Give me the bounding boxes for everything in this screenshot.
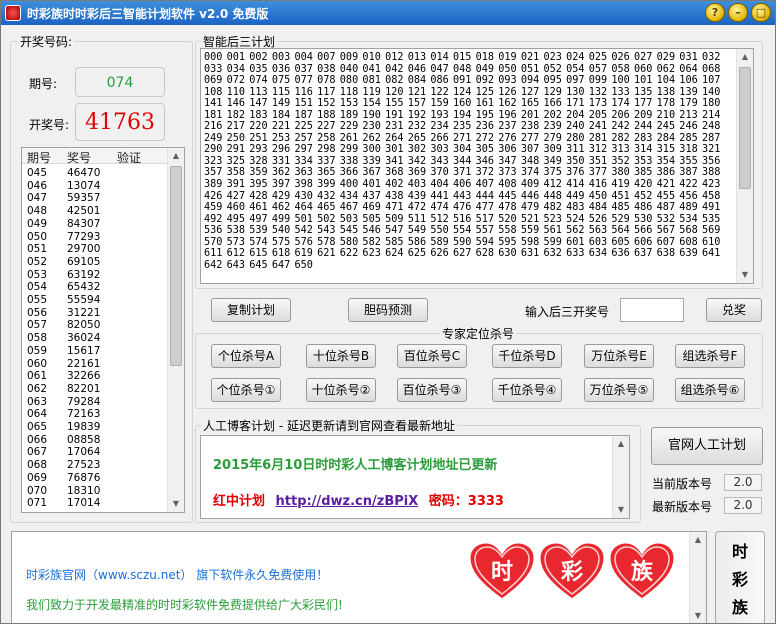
heart-label: 族 [630, 560, 653, 585]
heart-icon: 彩 [537, 540, 607, 604]
kill-button-1-2[interactable]: 十位杀号B [306, 344, 376, 368]
blog-scroll-up-icon[interactable]: ▲ [613, 436, 629, 452]
plan-scroll-up-icon[interactable]: ▲ [737, 49, 753, 65]
kill-button-2-3[interactable]: 百位杀号③ [397, 378, 467, 402]
blog-link-line: 红中计划 http://dwz.cn/zBPiX 密码：3333 [213, 490, 504, 509]
maximize-button[interactable]: □ [751, 3, 771, 22]
blog-headline: 2015年6月10日时时彩人工博客计划地址已更新 [213, 458, 498, 473]
blog-box: 2015年6月10日时时彩人工博客计划地址已更新 红中计划 http://dwz… [200, 435, 630, 519]
blog-password: 密码：3333 [428, 494, 504, 509]
minimize-button[interactable]: – [728, 3, 748, 22]
blog-scroll-down-icon[interactable]: ▼ [613, 502, 629, 518]
period-value: 074 [75, 67, 165, 97]
kill-button-2-5[interactable]: 万位杀号⑤ [584, 378, 654, 402]
footer-scrollbar[interactable]: ▲ ▼ [689, 532, 706, 623]
history-col-period: 期号 [27, 151, 52, 165]
lottery-group-label: 开奖号码: [18, 33, 75, 50]
plan-scrollbar[interactable]: ▲ ▼ [736, 49, 753, 283]
blog-link[interactable]: http://dwz.cn/zBPiX [276, 494, 419, 509]
heart-icon: 族 [607, 540, 677, 604]
result-input[interactable] [620, 298, 684, 322]
scroll-thumb[interactable] [170, 166, 182, 366]
copy-plan-button[interactable]: 复制计划 [211, 298, 291, 322]
redeem-button[interactable]: 兑奖 [706, 298, 762, 322]
history-col-number: 奖号 [67, 151, 92, 165]
kill-button-1-6[interactable]: 组选杀号F [675, 344, 745, 368]
history-row[interactable]: 071 17014 [22, 496, 168, 511]
footer-panel: 时彩族官网（www.sczu.net） 旗下软件永久免费使用！ 我们致力于开发最… [11, 531, 707, 623]
kill-button-1-4[interactable]: 千位杀号D [492, 344, 562, 368]
history-list[interactable]: 期号 奖号 验证 045 46470 046 13074 047 59357 048 4250… [21, 147, 185, 513]
window-title: 时彩族时时彩后三智能计划软件 v2.0 免费版 [27, 7, 269, 21]
history-header: 期号 奖号 验证 [22, 148, 168, 165]
blog-group-label: 人工博客计划 - 延迟更新请到官网查看最新地址 [201, 417, 457, 434]
winning-number-label: 开奖号: [29, 118, 70, 132]
scroll-down-arrow-icon[interactable]: ▼ [168, 496, 184, 512]
kill-button-2-2[interactable]: 十位杀号② [306, 378, 376, 402]
current-version-value: 2.0 [724, 474, 762, 491]
expert-kill-label: 专家定位杀号 [440, 325, 517, 342]
period-label: 期号: [29, 77, 58, 91]
winning-number-value: 41763 [75, 103, 165, 141]
history-number: 17014 [67, 497, 101, 510]
kill-button-2-1[interactable]: 个位杀号① [211, 378, 281, 402]
footer-line-1: 时彩族官网（www.sczu.net） 旗下软件永久免费使用！ [26, 568, 329, 582]
kill-button-1-3[interactable]: 百位杀号C [397, 344, 467, 368]
side-char-1: 时 [731, 542, 748, 561]
scroll-up-arrow-icon[interactable]: ▲ [168, 148, 184, 164]
help-button[interactable]: ? [705, 3, 725, 22]
main-window: 时彩族时时彩后三智能计划软件 v2.0 免费版 ? – □ × 开奖号码: 期号… [0, 0, 776, 624]
title-bar[interactable]: 时彩族时时彩后三智能计划软件 v2.0 免费版 ? – □ × [1, 1, 775, 25]
history-period: 071 [27, 497, 48, 510]
side-char-3: 族 [731, 598, 748, 617]
side-char-2: 彩 [731, 570, 748, 589]
history-scrollbar[interactable]: ▲ ▼ [167, 148, 184, 512]
plan-scroll-thumb[interactable] [739, 67, 751, 189]
plan-numbers-text: 000 001 002 003 004 007 009 010 012 013 … [204, 52, 721, 271]
kill-button-2-6[interactable]: 组选杀号⑥ [675, 378, 745, 402]
kill-button-1-5[interactable]: 万位杀号E [584, 344, 654, 368]
footer-line-2: 我们致力于开发最精准的时时彩软件免费提供给广大彩民们! [26, 598, 343, 612]
heart-label: 时 [490, 560, 513, 585]
latest-version-label: 最新版本号 [652, 500, 713, 514]
official-plan-button[interactable]: 官网人工计划 [651, 427, 763, 465]
input-result-label: 输入后三开奖号 [525, 305, 610, 319]
kill-button-1-1[interactable]: 个位杀号A [211, 344, 281, 368]
kill-button-2-4[interactable]: 千位杀号④ [492, 378, 562, 402]
history-col-verify: 验证 [117, 151, 142, 165]
blog-scrollbar[interactable]: ▲ ▼ [612, 436, 629, 518]
footer-scroll-down-icon[interactable]: ▼ [690, 608, 706, 623]
blog-link-prefix: 红中计划 [213, 494, 266, 509]
latest-version-value: 2.0 [724, 497, 762, 514]
plan-numbers-box[interactable]: 000 001 002 003 004 007 009 010 012 013 … [200, 48, 754, 284]
heart-icon: 时 [467, 540, 537, 604]
side-logo-button[interactable]: 时 彩 族 [715, 531, 765, 623]
bold-prediction-button[interactable]: 胆码预测 [348, 298, 428, 322]
current-version-label: 当前版本号 [652, 477, 713, 491]
footer-scroll-up-icon[interactable]: ▲ [690, 532, 706, 548]
app-icon [5, 5, 21, 21]
heart-label: 彩 [560, 560, 583, 585]
plan-scroll-down-icon[interactable]: ▼ [737, 267, 753, 283]
